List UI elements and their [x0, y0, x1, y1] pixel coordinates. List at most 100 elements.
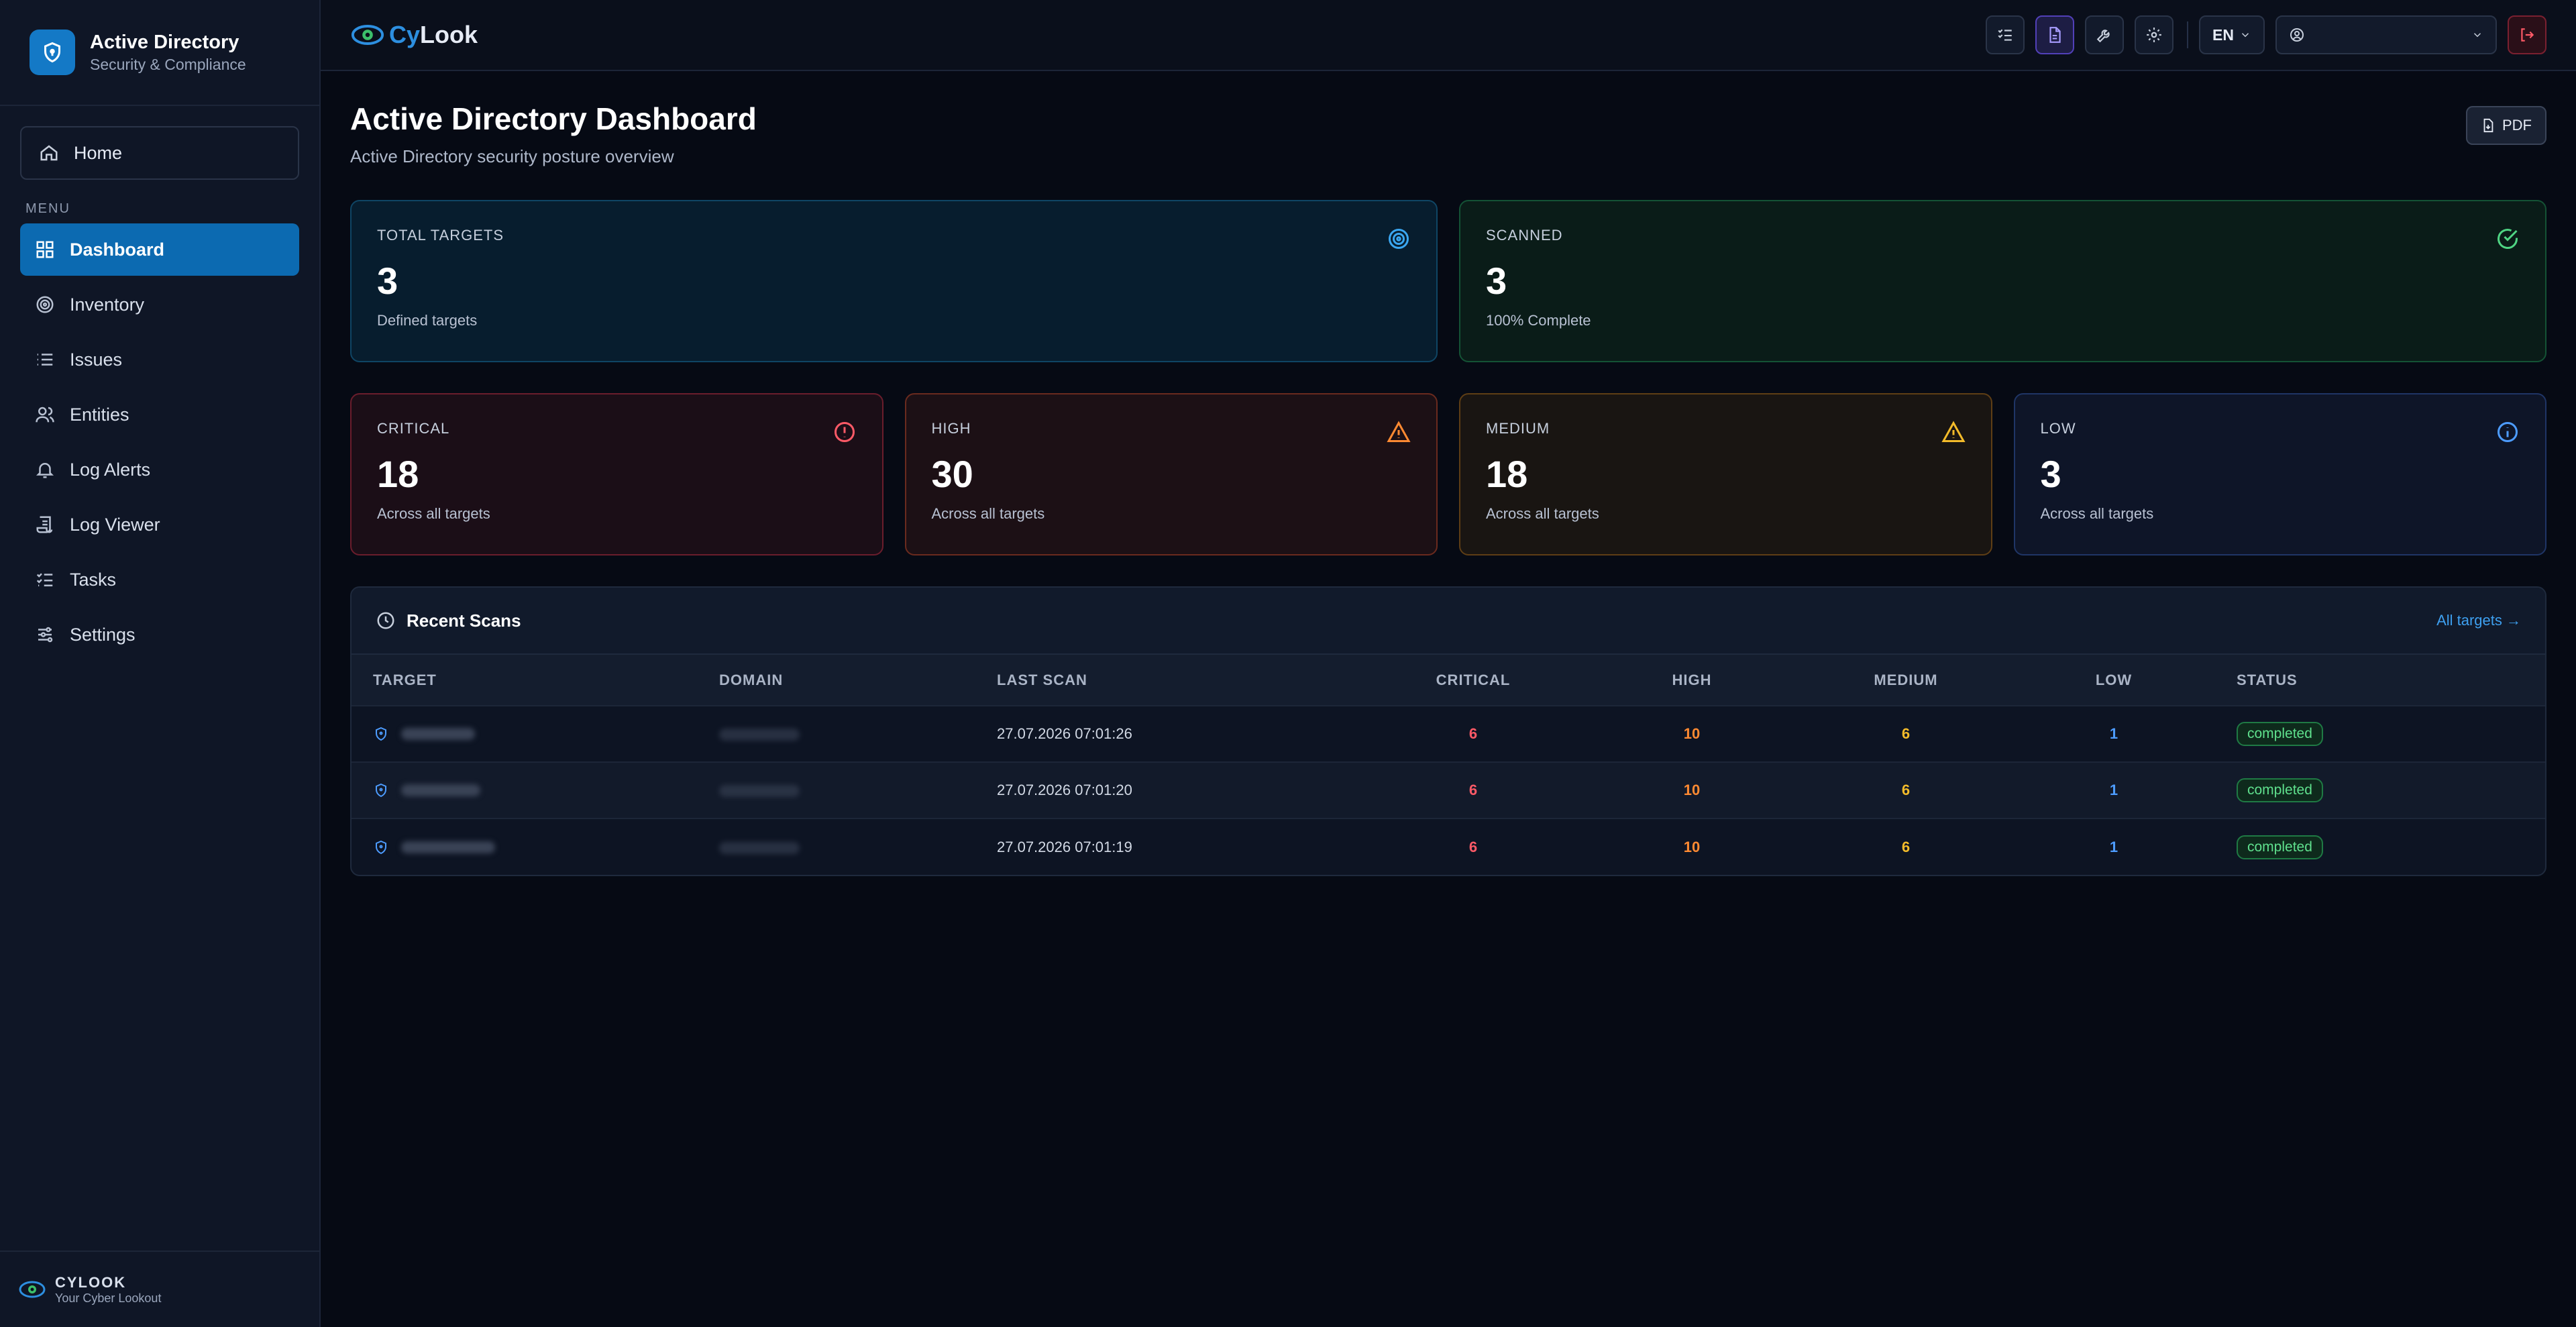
chevron-down-icon — [2473, 33, 2481, 38]
report-button[interactable] — [2035, 15, 2075, 54]
sidebar-item-log-viewer[interactable]: Log Viewer — [20, 498, 299, 551]
sidebar-item-log-alerts[interactable]: Log Alerts — [20, 443, 299, 496]
target-name-redacted[interactable] — [401, 728, 475, 740]
high-count: 10 — [1574, 818, 1810, 875]
low-count: 1 — [2002, 705, 2226, 762]
scroll-icon — [35, 515, 55, 535]
sidebar-item-tasks[interactable]: Tasks — [20, 553, 299, 606]
page-subtitle: Active Directory security posture overvi… — [350, 146, 674, 166]
sidebar-item-label: Tasks — [70, 569, 117, 590]
domain-redacted — [719, 841, 800, 854]
stat-label: SCANNED — [1486, 227, 1563, 244]
export-pdf-button[interactable]: PDF — [2466, 106, 2546, 145]
critical-count: 6 — [1373, 818, 1574, 875]
column-header-high[interactable]: HIGH — [1574, 655, 1810, 706]
domain-redacted — [719, 785, 800, 798]
sidebar-item-label: Log Alerts — [70, 459, 151, 480]
column-header-status[interactable]: STATUS — [2226, 655, 2545, 706]
tools-button[interactable] — [2085, 15, 2125, 54]
sidebar-item-label: Dashboard — [70, 239, 165, 260]
domain-redacted — [719, 729, 800, 741]
language-select[interactable]: EN — [2199, 15, 2265, 54]
recent-scans-title: Recent Scans — [407, 610, 521, 631]
stat-card-scanned: SCANNED 3 100% Complete — [1459, 200, 2546, 362]
stat-card-critical: CRITICAL 18 Across all targets — [350, 393, 883, 555]
sliders-icon — [35, 625, 55, 645]
dashboard-icon — [35, 240, 55, 260]
stat-value: 18 — [377, 453, 419, 495]
medium-count: 6 — [1810, 705, 2002, 762]
stat-value: 18 — [1486, 453, 1528, 495]
low-count: 1 — [2002, 761, 2226, 818]
app-logo[interactable]: Cy Look — [350, 17, 478, 52]
medium-count: 6 — [1810, 818, 2002, 875]
tasks-icon — [35, 570, 55, 590]
last-scan-cell: 27.07.2026 07:01:26 — [997, 705, 1373, 762]
wrench-icon — [2096, 30, 2110, 43]
column-header-critical[interactable]: CRITICAL — [1373, 655, 1574, 706]
sidebar: Active Directory Security & Compliance H… — [0, 0, 321, 1327]
list-icon — [35, 350, 55, 370]
column-header-last-scan[interactable]: LAST SCAN — [997, 655, 1373, 706]
shield-icon — [376, 840, 386, 854]
stat-subtext: Across all targets — [377, 505, 490, 522]
target-name-redacted[interactable] — [401, 784, 480, 796]
shield-logo-icon — [30, 30, 75, 75]
sidebar-item-issues[interactable]: Issues — [20, 333, 299, 386]
sidebar-item-dashboard[interactable]: Dashboard — [20, 223, 299, 276]
last-scan-cell: 27.07.2026 07:01:19 — [997, 818, 1373, 875]
sidebar-item-inventory[interactable]: Inventory — [20, 278, 299, 331]
target-name-redacted[interactable] — [401, 841, 495, 853]
column-header-medium[interactable]: MEDIUM — [1810, 655, 2002, 706]
high-count: 10 — [1574, 761, 1810, 818]
column-header-target[interactable]: TARGET — [352, 655, 719, 706]
stat-label: CRITICAL — [377, 420, 450, 437]
status-badge: completed — [2237, 778, 2323, 802]
user-circle-icon — [2290, 28, 2304, 42]
warning-triangle-icon — [1941, 421, 1966, 442]
stat-subtext: Across all targets — [2040, 505, 2154, 522]
home-button[interactable]: Home — [20, 126, 299, 180]
all-targets-link[interactable]: All targets → — [2436, 612, 2521, 629]
sidebar-item-label: Settings — [70, 624, 136, 645]
shield-icon — [376, 783, 386, 798]
pdf-label: PDF — [2502, 117, 2532, 134]
status-badge: completed — [2237, 835, 2323, 859]
footer-subtitle: Your Cyber Lookout — [55, 1291, 162, 1305]
column-header-low[interactable]: LOW — [2002, 655, 2226, 706]
shield-icon — [376, 727, 386, 741]
stat-subtext: Defined targets — [377, 312, 478, 329]
footer-title: CYLOOK — [55, 1273, 127, 1291]
table-row[interactable]: 27.07.2026 07:01:26 6 10 6 1 completed — [352, 705, 2545, 762]
task-list-button[interactable] — [1986, 15, 2025, 54]
sidebar-footer: CYLOOK Your Cyber Lookout — [0, 1251, 319, 1327]
table-row[interactable]: 27.07.2026 07:01:20 6 10 6 1 completed — [352, 761, 2545, 818]
stat-label: LOW — [2040, 420, 2076, 437]
info-icon — [2498, 422, 2518, 442]
medium-count: 6 — [1810, 761, 2002, 818]
file-icon — [2049, 27, 2061, 43]
alert-circle-icon — [834, 422, 855, 442]
warning-triangle-icon — [1387, 421, 1411, 442]
stat-value: 30 — [931, 453, 973, 495]
sidebar-item-settings[interactable]: Settings — [20, 608, 299, 661]
settings-button[interactable] — [2135, 15, 2174, 54]
low-count: 1 — [2002, 818, 2226, 875]
stat-label: MEDIUM — [1486, 420, 1550, 437]
table-row[interactable]: 27.07.2026 07:01:19 6 10 6 1 completed — [352, 818, 2545, 875]
cylook-logo-icon — [19, 1281, 46, 1298]
recent-scans-table: TARGET DOMAIN LAST SCAN CRITICAL HIGH ME… — [352, 655, 2545, 875]
chevron-down-icon — [2241, 33, 2249, 38]
stat-card-total-targets: TOTAL TARGETS 3 Defined targets — [350, 200, 1438, 362]
stat-subtext: 100% Complete — [1486, 312, 1591, 329]
main-area: Cy Look EN Active Directory Dashboard Ac… — [321, 0, 2576, 1327]
stat-subtext: Across all targets — [1486, 505, 1599, 522]
sidebar-item-entities[interactable]: Entities — [20, 388, 299, 441]
user-menu[interactable] — [2275, 15, 2497, 54]
dashboard-content: Active Directory Dashboard Active Direct… — [321, 71, 2576, 876]
bell-icon — [35, 460, 55, 480]
column-header-domain[interactable]: DOMAIN — [719, 655, 997, 706]
logout-button[interactable] — [2508, 15, 2546, 54]
stat-label: HIGH — [931, 420, 971, 437]
sidebar-item-label: Inventory — [70, 294, 145, 315]
